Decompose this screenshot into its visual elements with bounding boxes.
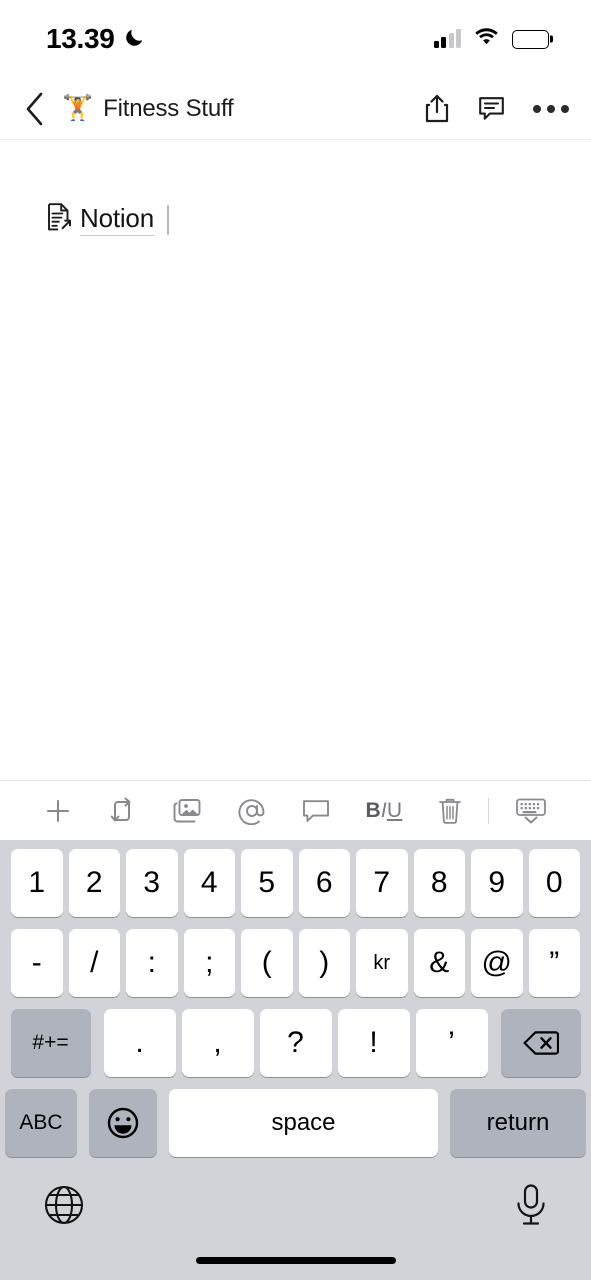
- status-bar-time: 13.39: [46, 23, 115, 54]
- biu-icon: BIU: [365, 799, 402, 823]
- chevron-left-icon: [26, 92, 43, 125]
- key-ampersand[interactable]: &: [413, 929, 465, 997]
- underline-label: U: [386, 798, 403, 822]
- more-horizontal-icon: [547, 104, 555, 113]
- dictation-button[interactable]: [513, 1183, 549, 1229]
- status-bar-right: [433, 27, 549, 51]
- key-hyphen[interactable]: -: [11, 929, 63, 997]
- keyboard-row-numbers: 1 2 3 4 5 6 7 8 9 0: [0, 849, 591, 917]
- key-abc[interactable]: ABC: [5, 1089, 77, 1157]
- backspace-icon: [523, 1031, 559, 1055]
- page-emoji: 🏋️: [62, 94, 94, 122]
- comment-bubble-icon: [302, 799, 329, 822]
- key-1[interactable]: 1: [11, 849, 63, 917]
- insert-image-button[interactable]: [154, 781, 220, 841]
- moon-icon: [124, 26, 146, 53]
- microphone-icon: [517, 1184, 545, 1225]
- mention-button[interactable]: [220, 781, 284, 841]
- back-button[interactable]: [18, 89, 52, 129]
- dismiss-keyboard-button[interactable]: [497, 781, 565, 841]
- editor-toolbar: BIU: [0, 780, 591, 840]
- key-period[interactable]: .: [103, 1009, 176, 1077]
- key-return[interactable]: return: [450, 1089, 586, 1157]
- key-apostrophe[interactable]: ’: [415, 1009, 488, 1077]
- key-4[interactable]: 4: [183, 849, 235, 917]
- key-semicolon[interactable]: ;: [183, 929, 235, 997]
- toolbar-divider: [488, 797, 490, 824]
- more-horizontal-icon: [561, 104, 569, 113]
- plus-icon: [46, 799, 70, 822]
- trash-icon: [439, 798, 462, 824]
- keyboard-row-punctuation: #+= . , ? ! ’: [0, 1009, 591, 1077]
- key-exclamation[interactable]: !: [337, 1009, 410, 1077]
- key-6[interactable]: 6: [298, 849, 350, 917]
- page-title: Fitness Stuff: [103, 94, 234, 122]
- key-comma[interactable]: ,: [181, 1009, 254, 1077]
- status-bar: 13.39: [0, 0, 591, 78]
- cellular-signal-icon: [433, 29, 461, 48]
- key-currency-kr[interactable]: kr: [356, 929, 408, 997]
- key-symbols-shift[interactable]: #+=: [10, 1009, 91, 1077]
- key-8[interactable]: 8: [413, 849, 465, 917]
- key-space[interactable]: space: [169, 1089, 438, 1157]
- key-backspace[interactable]: [500, 1009, 581, 1077]
- navigation-bar: 🏋️ Fitness Stuff: [0, 78, 591, 140]
- comment-button[interactable]: [478, 95, 505, 122]
- key-quote-double[interactable]: ”: [528, 929, 580, 997]
- move-block-button[interactable]: [90, 781, 154, 841]
- navigation-actions: [424, 94, 569, 124]
- more-options-button[interactable]: [533, 104, 569, 113]
- indent-arrows-icon: [110, 797, 131, 821]
- page-content[interactable]: Notion: [0, 140, 591, 780]
- emoji-smiley-icon: [107, 1107, 139, 1139]
- share-icon: [425, 94, 449, 122]
- keyboard-dismiss-icon: [516, 798, 546, 823]
- wifi-icon: [474, 27, 499, 51]
- share-button[interactable]: [424, 94, 450, 124]
- key-at[interactable]: @: [471, 929, 523, 997]
- status-bar-left: 13.39: [46, 23, 146, 55]
- text-cursor: [166, 204, 170, 235]
- content-block-link[interactable]: Notion: [46, 202, 591, 237]
- key-5[interactable]: 5: [241, 849, 293, 917]
- key-paren-open[interactable]: (: [241, 929, 293, 997]
- notion-link[interactable]: Notion: [80, 203, 154, 236]
- key-colon[interactable]: :: [126, 929, 178, 997]
- comment-icon: [479, 97, 504, 120]
- key-3[interactable]: 3: [126, 849, 178, 917]
- text-format-button[interactable]: BIU: [348, 781, 421, 841]
- keyboard-bottom-bar: [0, 1169, 591, 1280]
- keyboard-row-symbols: - / : ; ( ) kr & @ ”: [0, 929, 591, 997]
- at-mention-icon: [238, 798, 264, 825]
- home-indicator[interactable]: [195, 1257, 396, 1264]
- key-slash[interactable]: /: [68, 929, 120, 997]
- document-link-icon: [46, 202, 73, 237]
- key-emoji[interactable]: [89, 1089, 157, 1157]
- keyboard-row-bottom: ABC space return: [0, 1089, 591, 1157]
- language-switch-button[interactable]: [42, 1183, 86, 1227]
- key-9[interactable]: 9: [471, 849, 523, 917]
- phone-screen: 13.39 🏋️ Fitness Stuff Notion B I U 1 2 …: [0, 0, 591, 1280]
- battery-full-icon: [512, 29, 549, 49]
- key-0[interactable]: 0: [528, 849, 580, 917]
- key-2[interactable]: 2: [68, 849, 120, 917]
- on-screen-keyboard: 1 2 3 4 5 6 7 8 9 0 - / : ; ( ) kr & @ ”…: [0, 840, 591, 1280]
- delete-block-button[interactable]: [420, 781, 480, 841]
- key-7[interactable]: 7: [356, 849, 408, 917]
- more-horizontal-icon: [533, 104, 541, 113]
- photos-icon: [173, 798, 201, 822]
- comment-block-button[interactable]: [284, 781, 348, 841]
- key-question[interactable]: ?: [259, 1009, 332, 1077]
- globe-icon: [44, 1185, 84, 1225]
- key-paren-close[interactable]: ): [298, 929, 350, 997]
- add-block-button[interactable]: [26, 781, 90, 841]
- bold-label: B: [365, 798, 381, 822]
